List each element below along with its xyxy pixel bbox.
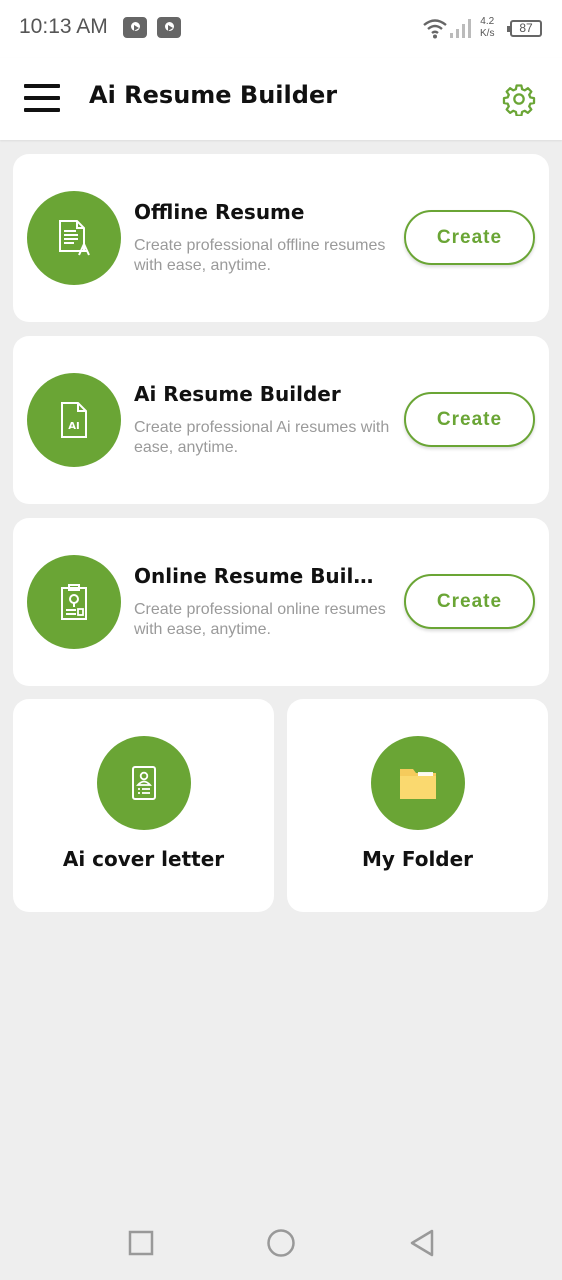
- signal-icon: [450, 19, 471, 38]
- cover-letter-icon: [132, 766, 156, 800]
- wifi-icon: [423, 19, 447, 39]
- ai-document-icon: AI: [61, 402, 87, 438]
- offline-resume-card[interactable]: Offline Resume Create professional offli…: [13, 154, 549, 322]
- create-offline-resume-button[interactable]: Create: [404, 210, 535, 265]
- ai-resume-builder-card[interactable]: AI Ai Resume Builder Create professional…: [13, 336, 549, 504]
- speed-value: 4.2: [480, 16, 495, 27]
- my-folder-tile[interactable]: My Folder: [287, 699, 548, 912]
- folder-icon-circle: [371, 736, 465, 830]
- svg-text:AI: AI: [68, 421, 79, 432]
- online-resume-builder-card[interactable]: Online Resume Builder Create professiona…: [13, 518, 549, 686]
- status-bar: 10:13 AM 4.2 K/s 87: [0, 0, 562, 58]
- create-ai-resume-button[interactable]: Create: [404, 392, 535, 447]
- tile-label: My Folder: [361, 847, 474, 871]
- ai-cover-letter-tile[interactable]: Ai cover letter: [13, 699, 274, 912]
- card-title: Ai Resume Builder: [134, 382, 341, 406]
- create-online-resume-button[interactable]: Create: [404, 574, 535, 629]
- youtube-icon: [123, 17, 147, 38]
- youtube-icon: [157, 17, 181, 38]
- cover-letter-icon-circle: [97, 736, 191, 830]
- card-title: Online Resume Builder: [134, 564, 386, 588]
- online-resume-icon-circle: [27, 555, 121, 649]
- battery-icon: 87: [507, 20, 542, 37]
- recents-icon[interactable]: [128, 1230, 154, 1256]
- card-description: Create professional online resumes with …: [134, 601, 386, 638]
- screen: 10:13 AM 4.2 K/s 87 Ai Resume Builder Of…: [0, 0, 562, 1280]
- offline-resume-icon-circle: [27, 191, 121, 285]
- gear-icon[interactable]: [502, 82, 536, 116]
- folder-icon: [400, 769, 436, 799]
- system-nav-bar: [0, 1200, 562, 1280]
- status-time: 10:13 AM: [19, 15, 108, 38]
- speed-unit: K/s: [480, 28, 495, 39]
- app-bar: Ai Resume Builder: [0, 58, 562, 140]
- home-icon[interactable]: [266, 1228, 296, 1258]
- hamburger-menu-icon[interactable]: [24, 84, 60, 114]
- clipboard-icon: [61, 584, 87, 620]
- card-description: Create professional Ai resumes with ease…: [134, 419, 390, 456]
- battery-level: 87: [519, 21, 533, 35]
- document-icon: [59, 220, 90, 256]
- card-title: Offline Resume: [134, 200, 305, 224]
- card-description: Create professional offline resumes with…: [134, 237, 386, 274]
- tile-label: Ai cover letter: [62, 847, 225, 871]
- back-icon[interactable]: [408, 1228, 436, 1258]
- page-title: Ai Resume Builder: [89, 81, 338, 109]
- network-speed: 4.2 K/s: [480, 16, 494, 40]
- ai-resume-icon-circle: AI: [27, 373, 121, 467]
